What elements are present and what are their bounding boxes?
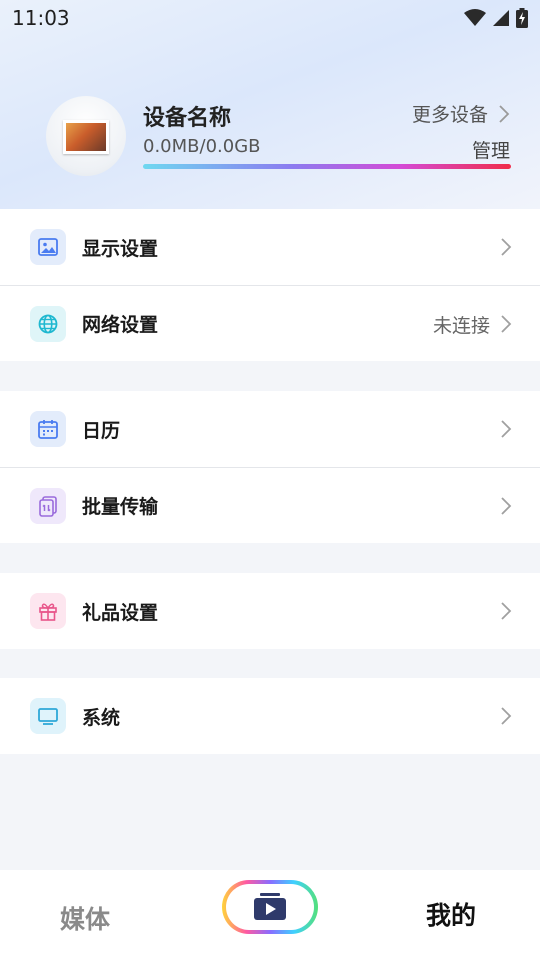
status-time: 11:03: [12, 6, 70, 30]
chevron-right-icon: [501, 602, 512, 620]
chevron-right-icon: [499, 104, 510, 123]
menu-item-label: 显示设置: [82, 237, 159, 260]
menu-item-gift[interactable]: 礼品设置: [0, 573, 540, 649]
status-bar: 11:03: [0, 0, 540, 36]
image-icon: [30, 229, 66, 265]
tab-media[interactable]: 媒体: [60, 900, 110, 936]
manage-link[interactable]: 管理: [472, 136, 510, 163]
menu-item-right: [500, 468, 512, 544]
menu-group-tools: 日历 批量传输: [0, 391, 540, 543]
menu-item-label: 礼品设置: [82, 601, 159, 624]
menu-item-right: [500, 209, 512, 285]
bottom-tab-bar: 媒体 我的: [0, 870, 540, 960]
storage-usage: 0.0MB/0.0GB: [143, 136, 261, 157]
menu-item-right: 未连接: [433, 286, 512, 362]
chevron-right-icon: [501, 238, 512, 256]
wifi-icon: [464, 9, 486, 26]
chevron-right-icon: [501, 315, 512, 333]
menu-item-label: 网络设置: [82, 314, 159, 336]
batch-transfer-icon: [30, 487, 66, 524]
globe-icon: [30, 305, 66, 342]
menu-group-gift: 礼品设置: [0, 573, 540, 649]
menu-item-right: [500, 391, 512, 467]
menu-group-settings: 显示设置 网络设置 未连接: [0, 209, 540, 361]
more-devices-link[interactable]: 更多设备: [412, 100, 510, 127]
menu-item-right: [500, 678, 512, 754]
network-status: 未连接: [432, 314, 490, 337]
center-button-inner: [226, 884, 314, 930]
device-card: 设备名称 0.0MB/0.0GB 更多设备 管理: [0, 84, 540, 194]
menu-item-right: [500, 573, 512, 649]
calendar-icon: [30, 411, 66, 447]
chevron-right-icon: [501, 497, 512, 515]
device-name: 设备名称: [143, 106, 232, 131]
device-avatar[interactable]: [46, 96, 126, 176]
play-icon: [254, 893, 286, 920]
tab-mine[interactable]: 我的: [426, 896, 476, 932]
menu-item-label: 系统: [82, 706, 121, 729]
chevron-right-icon: [501, 707, 512, 725]
play-center-button[interactable]: [222, 880, 318, 934]
menu-item-batch-transfer[interactable]: 批量传输: [0, 467, 540, 543]
battery-charging-icon: [516, 8, 528, 28]
storage-progress-bar: [143, 164, 511, 169]
more-devices-label: 更多设备: [411, 104, 488, 126]
monitor-icon: [30, 698, 66, 734]
menu-item-label: 批量传输: [82, 496, 159, 518]
photo-thumbnail-icon: [63, 120, 109, 154]
menu-item-network[interactable]: 网络设置 未连接: [0, 285, 540, 361]
menu-item-calendar[interactable]: 日历: [0, 391, 540, 467]
gift-icon: [30, 593, 66, 629]
menu-item-label: 日历: [82, 419, 121, 442]
status-icons: [464, 8, 528, 28]
signal-icon: [493, 10, 509, 26]
menu-item-system[interactable]: 系统: [0, 678, 540, 754]
chevron-right-icon: [501, 420, 512, 438]
menu-group-system: 系统: [0, 678, 540, 754]
menu-item-display[interactable]: 显示设置: [0, 209, 540, 285]
